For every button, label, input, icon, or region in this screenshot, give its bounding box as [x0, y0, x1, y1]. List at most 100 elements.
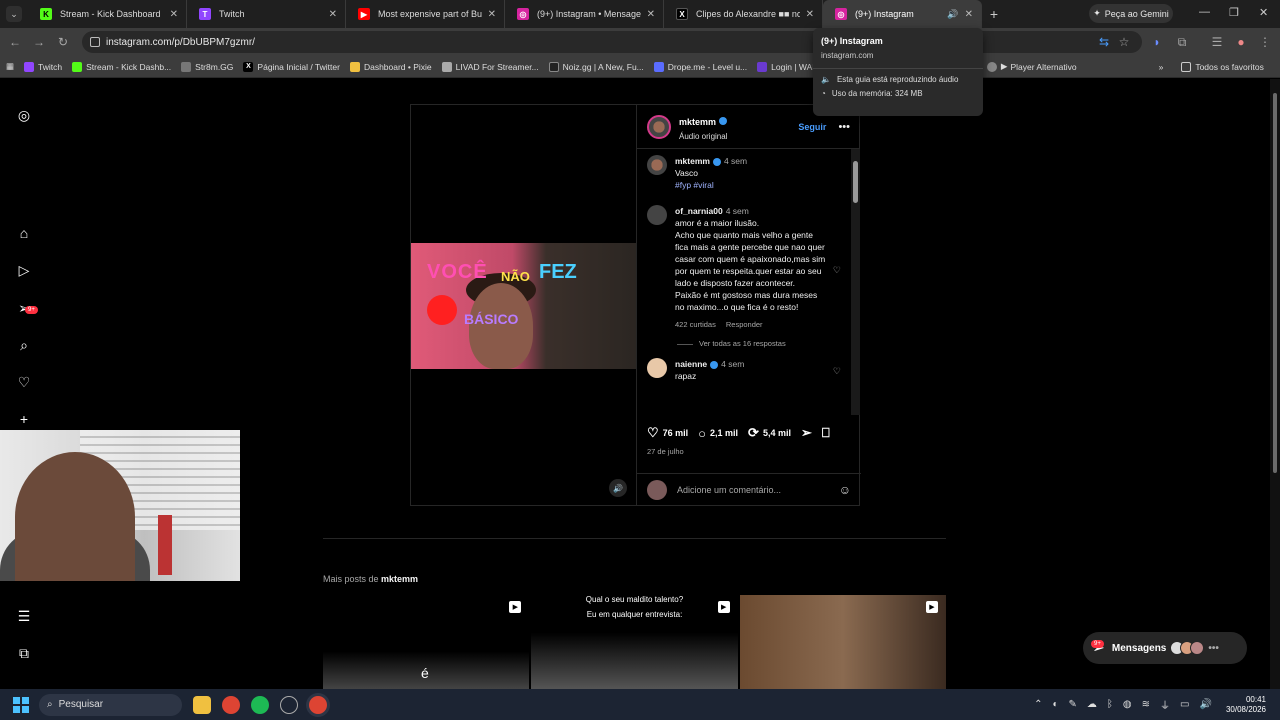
tab-x[interactable]: X Clipes do Alexandre ■■ no X: "C ✕ — [664, 0, 823, 28]
bookmark-star-icon[interactable]: ☆ — [1112, 35, 1136, 49]
forward-icon[interactable]: → — [27, 35, 51, 49]
back-icon[interactable]: ← — [3, 35, 27, 49]
more-menu-icon[interactable]: ☰ — [16, 608, 32, 624]
scrollbar-thumb[interactable] — [853, 161, 858, 203]
tab-kick[interactable]: K Stream - Kick Dashboard ✕ — [28, 0, 187, 28]
minimize-icon[interactable]: — — [1199, 6, 1210, 18]
bookmark-player[interactable]: ▶ Player Alternativo — [986, 61, 1077, 72]
like-icon[interactable]: ♡ — [647, 425, 659, 441]
commenter-avatar[interactable] — [647, 205, 667, 225]
file-explorer-icon[interactable] — [193, 695, 211, 714]
author-avatar[interactable] — [647, 114, 671, 139]
comments-scrollbar[interactable] — [851, 149, 860, 415]
search-icon[interactable]: ⌕ — [16, 337, 32, 353]
also-from-meta-icon[interactable]: ⧉ — [16, 645, 32, 661]
scrollbar-thumb[interactable] — [1273, 93, 1277, 473]
taskbar-search[interactable]: ⌕ Pesquisar — [39, 693, 182, 716]
tab-search-button[interactable]: ⌄ — [6, 6, 22, 22]
author-avatar[interactable] — [647, 155, 667, 175]
bookmark-twitch[interactable]: Twitch — [24, 61, 62, 72]
display-icon[interactable]: ▭ — [1180, 699, 1189, 710]
headset-icon[interactable]: ◍ — [1123, 699, 1132, 710]
speaker-icon[interactable]: 🔊 — [947, 9, 958, 20]
bookmarks-overflow-icon[interactable]: » — [1159, 62, 1164, 72]
bookmark-twitter[interactable]: X Página Inicial / Twitter — [243, 61, 340, 72]
more-posts-user[interactable]: mktemm — [381, 574, 418, 584]
gemini-button[interactable]: ✦ Peça ao Gemini — [1089, 4, 1173, 23]
tab-instagram-active[interactable]: ◎ (9+) Instagram 🔊 ✕ — [823, 0, 982, 28]
bookmark-noiz[interactable]: Noiz.gg | A New, Fu... — [548, 61, 644, 72]
close-tab-icon[interactable]: ✕ — [965, 9, 973, 20]
like-count[interactable]: 76 mil — [663, 428, 689, 438]
reload-icon[interactable]: ↻ — [51, 35, 75, 49]
microphone-icon[interactable]: ⏚ — [1160, 697, 1170, 712]
obs-icon[interactable] — [280, 695, 298, 714]
like-comment-icon[interactable]: ♡ — [833, 265, 841, 331]
more-post-tile[interactable]: ▶ Qual o seu maldito talento? Eu em qual… — [531, 595, 738, 689]
comment-username[interactable]: of_narnia00 — [675, 206, 723, 216]
wifi-icon[interactable]: ≋ — [1142, 699, 1150, 710]
chrome-icon[interactable] — [222, 695, 240, 714]
comment-input[interactable]: Adicione um comentário... — [677, 485, 781, 495]
clock[interactable]: 00:41 30/08/2026 — [1226, 695, 1266, 715]
close-tab-icon[interactable]: ✕ — [170, 9, 178, 20]
bookmark-pixie[interactable]: Dashboard • Pixie — [349, 61, 432, 72]
all-bookmarks[interactable]: Todos os favoritos — [1181, 61, 1264, 72]
bookmark-kick[interactable]: Stream - Kick Dashb... — [72, 61, 171, 72]
windows-start-icon[interactable] — [13, 696, 29, 713]
view-replies-button[interactable]: Ver todas as 16 respostas — [677, 339, 841, 348]
extensions-puzzle-icon[interactable]: ⧉ — [1170, 35, 1194, 50]
tab-twitch[interactable]: T Twitch ✕ — [187, 0, 346, 28]
page-scrollbar[interactable] — [1270, 79, 1280, 689]
comment-icon[interactable]: ○ — [698, 426, 706, 441]
emoji-icon[interactable]: ☺ — [839, 483, 851, 497]
close-tab-icon[interactable]: ✕ — [488, 9, 496, 20]
share-icon[interactable]: ➢ — [801, 425, 812, 441]
close-window-icon[interactable]: ✕ — [1259, 6, 1268, 19]
menu-icon[interactable]: ⋮ — [1253, 35, 1277, 49]
bluetooth-icon[interactable]: ᛒ — [1107, 699, 1113, 710]
profile-avatar[interactable]: ● — [1229, 35, 1253, 49]
author-username[interactable]: mktemm — [679, 117, 716, 127]
bookmark-str8m[interactable]: Str8m.GG — [181, 61, 233, 72]
tab-instagram-messages[interactable]: ◎ (9+) Instagram • Mensagens ✕ — [505, 0, 664, 28]
create-icon[interactable]: + — [16, 411, 32, 427]
speaker-icon[interactable]: 🔊 — [1200, 699, 1212, 710]
site-info-icon[interactable] — [90, 37, 100, 47]
steam-icon[interactable]: ◐ — [1052, 699, 1058, 710]
close-tab-icon[interactable]: ✕ — [647, 9, 655, 20]
save-icon[interactable]: ⎕ — [822, 425, 830, 441]
spotify-icon[interactable] — [251, 695, 269, 714]
apps-icon[interactable]: ▦ — [6, 61, 14, 72]
extension-icon[interactable]: ◗ — [1145, 35, 1169, 49]
bookmark-drope[interactable]: Drope.me - Level u... — [653, 61, 747, 72]
close-tab-icon[interactable]: ✕ — [806, 9, 814, 20]
video-player[interactable]: VOCÊ NÃO FEZ BÁSICO 🔊 — [411, 105, 636, 505]
like-comment-icon[interactable]: ♡ — [833, 366, 841, 382]
chrome-active-icon[interactable] — [309, 695, 327, 714]
tray-overflow-icon[interactable]: ⌃ — [1034, 699, 1042, 710]
audio-label[interactable]: Áudio original — [679, 132, 727, 141]
new-tab-button[interactable]: + — [982, 6, 1006, 22]
url-bar[interactable]: instagram.com/p/DbUBPM7gzmr/ — [82, 31, 1142, 53]
more-post-tile[interactable]: ▶ — [739, 595, 946, 689]
more-options-icon[interactable]: ••• — [838, 121, 850, 133]
volume-icon[interactable]: 🔊 — [609, 479, 627, 497]
messages-button[interactable]: ➢ 9+ Mensagens ••• — [1083, 632, 1247, 664]
comment-username[interactable]: naienne — [675, 359, 707, 369]
tab-youtube[interactable]: ▶ Most expensive part of Bugatti ✕ — [346, 0, 505, 28]
close-tab-icon[interactable]: ✕ — [329, 9, 337, 20]
comment-likes[interactable]: 422 curtidas — [675, 320, 716, 329]
caption-username[interactable]: mktemm — [675, 156, 710, 166]
follow-button[interactable]: Seguir — [798, 122, 826, 132]
instagram-logo-icon[interactable]: ◎ — [16, 107, 32, 123]
reels-icon[interactable]: ▷ — [16, 262, 32, 278]
repost-icon[interactable]: ⟳ — [748, 425, 759, 441]
commenter-avatar[interactable] — [647, 358, 667, 378]
restore-icon[interactable]: ❐ — [1229, 6, 1239, 19]
more-post-tile[interactable]: ▶ é — [323, 595, 530, 689]
bookmark-livad[interactable]: LIVAD For Streamer... — [441, 61, 539, 72]
reply-button[interactable]: Responder — [726, 320, 763, 329]
pen-icon[interactable]: ✎ — [1069, 699, 1077, 710]
home-icon[interactable]: ⌂ — [16, 225, 32, 241]
